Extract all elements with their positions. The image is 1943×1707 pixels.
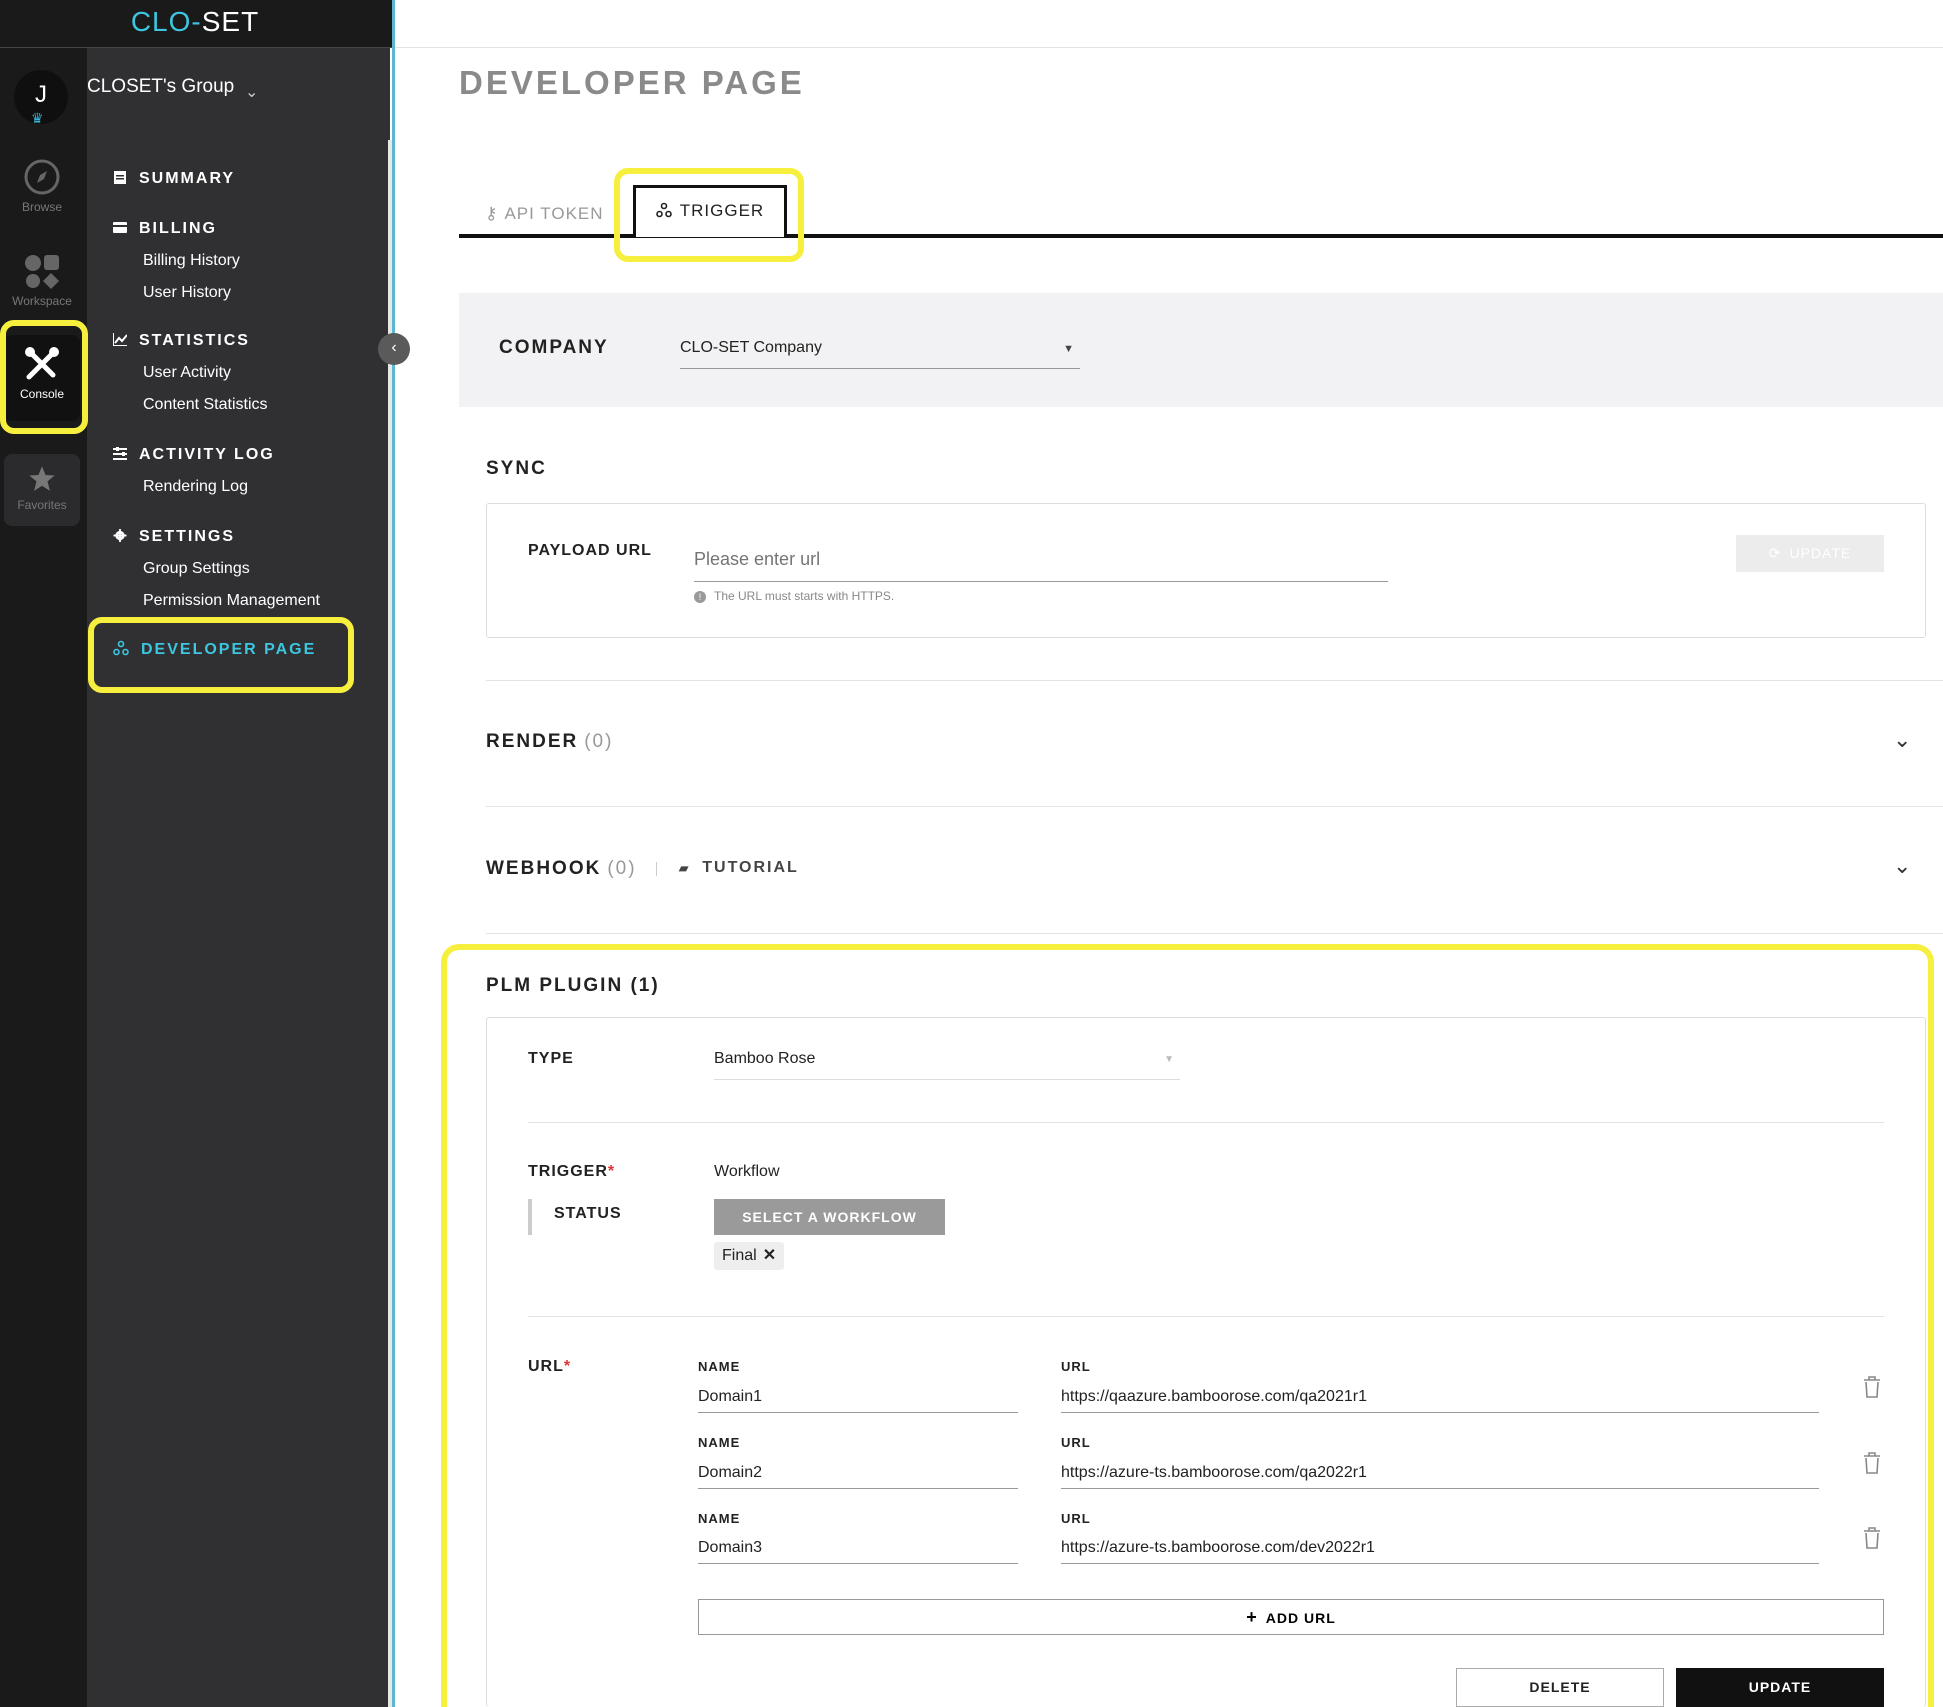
card-icon xyxy=(113,222,127,233)
section-divider xyxy=(486,933,1943,934)
star-icon xyxy=(29,466,55,491)
company-label: COMPANY xyxy=(499,337,609,358)
grid-icon xyxy=(25,255,59,289)
header-divider xyxy=(395,47,1943,48)
closet-logo[interactable]: CLO-SET xyxy=(0,6,390,38)
sidebar-item-billing[interactable]: BILLING xyxy=(113,220,217,238)
sidebar-item-content-statistics[interactable]: Content Statistics xyxy=(143,396,268,414)
chart-icon xyxy=(113,333,127,346)
rail-favorites[interactable]: Favorites xyxy=(4,454,80,526)
sidebar-item-user-history[interactable]: User History xyxy=(143,284,231,302)
console-sidebar xyxy=(87,48,390,1707)
top-bar: CLO-SET xyxy=(0,0,393,48)
webhook-heading[interactable]: WEBHOOK (0) xyxy=(486,858,637,880)
section-divider xyxy=(486,680,1943,681)
sync-update-button[interactable]: ⟳ UPDATE xyxy=(1736,535,1884,572)
rail-browse[interactable]: Browse xyxy=(4,158,80,230)
separator xyxy=(656,862,657,876)
highlight-plm-plugin xyxy=(441,944,1934,1707)
book-icon: ▰ xyxy=(679,861,691,875)
company-select[interactable]: CLO-SET Company ▼ xyxy=(680,339,1080,369)
tutorial-link[interactable]: ▰ TUTORIAL xyxy=(679,859,799,877)
payload-url-input[interactable] xyxy=(694,538,1388,582)
sidebar-item-permission-management[interactable]: Permission Management xyxy=(143,592,320,610)
caret-down-icon: ▼ xyxy=(1063,343,1074,355)
highlight-developer-page xyxy=(88,617,354,693)
sliders-icon xyxy=(113,447,127,460)
render-expand-chevron-icon[interactable]: ⌄ xyxy=(1893,727,1911,753)
key-icon: ⚷ xyxy=(485,204,499,223)
sync-heading: SYNC xyxy=(486,458,547,479)
document-icon xyxy=(114,171,126,184)
sidebar-accent-line xyxy=(392,0,395,1707)
sidebar-item-billing-history[interactable]: Billing History xyxy=(143,252,240,270)
rail-workspace[interactable]: Workspace xyxy=(4,252,80,324)
sidebar-item-statistics[interactable]: STATISTICS xyxy=(113,332,250,350)
chevron-down-icon[interactable]: ⌄ xyxy=(245,82,258,102)
page-title: DEVELOPER PAGE xyxy=(459,64,805,101)
compass-icon xyxy=(24,159,60,195)
section-divider xyxy=(486,806,1943,807)
sidebar-item-summary[interactable]: SUMMARY xyxy=(113,170,235,188)
sidebar-item-settings[interactable]: SETTINGS xyxy=(113,528,235,546)
sidebar-item-activity-log[interactable]: ACTIVITY LOG xyxy=(113,446,275,464)
payload-url-hint: ! The URL must starts with HTTPS. xyxy=(694,589,894,603)
sidebar-item-group-settings[interactable]: Group Settings xyxy=(143,560,250,578)
webhook-expand-chevron-icon[interactable]: ⌄ xyxy=(1893,853,1911,879)
highlight-trigger-tab xyxy=(614,168,804,262)
highlight-console xyxy=(0,320,88,434)
tab-api-token[interactable]: ⚷ API TOKEN xyxy=(485,204,604,224)
info-icon: ! xyxy=(694,591,706,603)
gear-icon xyxy=(113,529,127,542)
sidebar-item-user-activity[interactable]: User Activity xyxy=(143,364,231,382)
render-heading[interactable]: RENDER (0) xyxy=(486,731,613,753)
crown-icon: ♛ xyxy=(31,110,44,126)
group-name[interactable]: CLOSET's Group xyxy=(87,76,234,98)
refresh-icon: ⟳ xyxy=(1768,545,1782,561)
collapse-sidebar-button[interactable]: ‹ xyxy=(378,333,410,365)
payload-url-label: PAYLOAD URL xyxy=(528,542,652,559)
sidebar-item-rendering-log[interactable]: Rendering Log xyxy=(143,478,248,496)
